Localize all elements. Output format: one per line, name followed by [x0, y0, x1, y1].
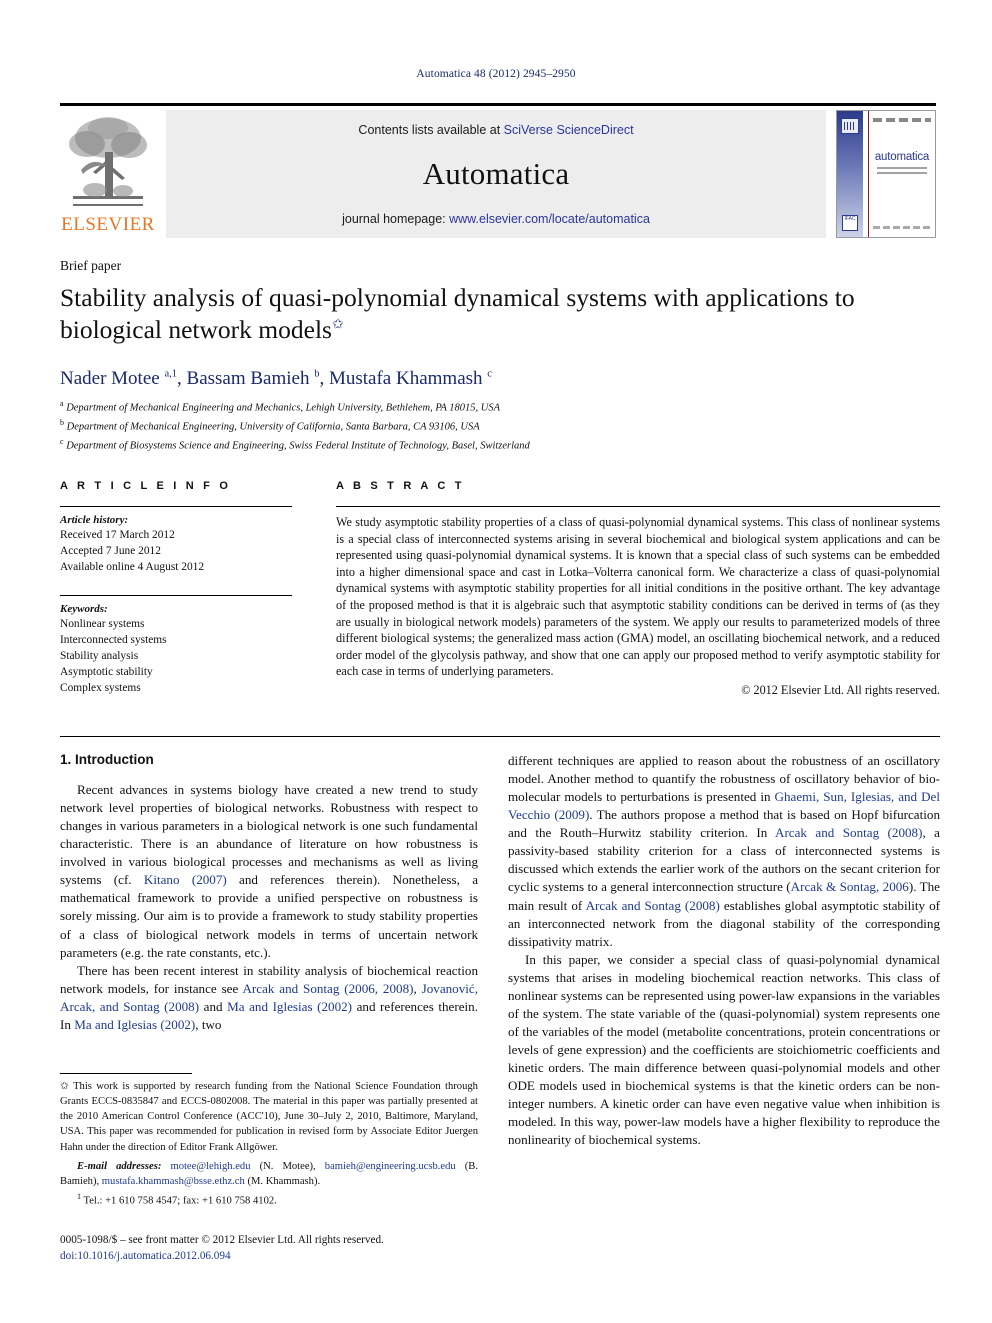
- journal-title: Automatica: [422, 156, 570, 191]
- article-type-label: Brief paper: [60, 258, 122, 273]
- affiliation-item: a Department of Mechanical Engineering a…: [60, 398, 940, 417]
- affiliation-mark: c: [60, 436, 64, 446]
- affiliation-item: c Department of Biosystems Science and E…: [60, 436, 940, 455]
- footnote-separator: [60, 1073, 192, 1074]
- page-title: Stability analysis of quasi-polynomial d…: [60, 282, 940, 345]
- email-footnote: E-mail addresses: motee@lehigh.edu (N. M…: [60, 1159, 478, 1189]
- page-title-text: Stability analysis of quasi-polynomial d…: [60, 283, 855, 344]
- funding-footnote: ✩ This work is supported by research fun…: [60, 1079, 478, 1155]
- history-accepted: Accepted 7 June 2012: [60, 545, 161, 558]
- cover-emblem-icon: [841, 118, 859, 134]
- cover-journal-name: automatica: [874, 151, 930, 163]
- abstract-column: A B S T R A C T We study asymptotic stab…: [336, 480, 940, 698]
- affiliation-mark: a: [60, 399, 64, 408]
- abstract-bottom-rule: [60, 736, 940, 737]
- cover-red-rule: [868, 111, 869, 237]
- abstract-copyright: © 2012 Elsevier Ltd. All rights reserved…: [741, 682, 940, 697]
- elsevier-wordmark: ELSEVIER: [61, 214, 155, 235]
- keyword-item: Nonlinear systems: [60, 617, 145, 630]
- contents-available-line: Contents lists available at SciVerse Sci…: [166, 123, 826, 137]
- journal-homepage-link[interactable]: www.elsevier.com/locate/automatica: [449, 212, 650, 226]
- doi-line: doi:10.1016/j.automatica.2012.06.094: [60, 1248, 490, 1264]
- cover-subtitle-lines: [877, 167, 927, 177]
- imprint-line: 0005-1098/$ – see front matter © 2012 El…: [60, 1234, 384, 1246]
- elsevier-tree-icon: [69, 117, 147, 206]
- paragraph: different techniques are applied to reas…: [508, 753, 941, 949]
- journal-homepage-line: journal homepage: www.elsevier.com/locat…: [166, 212, 826, 226]
- affiliation-text: Department of Biosystems Science and Eng…: [66, 440, 530, 452]
- keywords-label: Keywords:: [60, 602, 108, 615]
- doi-value[interactable]: 10.1016/j.automatica.2012.06.094: [77, 1250, 230, 1262]
- cover-left-band: IFAC: [837, 111, 863, 237]
- paper-page: Automatica 48 (2012) 2945–2950 ELSEVIER …: [0, 0, 992, 1323]
- journal-masthead: ELSEVIER Contents lists available at Sci…: [60, 103, 936, 238]
- sciencedirect-link[interactable]: SciVerse ScienceDirect: [504, 123, 634, 137]
- affiliation-list: a Department of Mechanical Engineering a…: [60, 398, 940, 454]
- info-abstract-region: A R T I C L E I N F O Article history: R…: [60, 480, 940, 730]
- abstract-text: We study asymptotic stability properties…: [336, 515, 940, 679]
- telephone-text: Tel.: +1 610 758 4547; fax: +1 610 758 4…: [83, 1195, 277, 1207]
- author-list: Nader Motee a,1, Bassam Bamieh b, Mustaf…: [60, 368, 492, 389]
- keyword-item: Interconnected systems: [60, 633, 167, 646]
- abstract-body: We study asymptotic stability properties…: [336, 506, 940, 698]
- homepage-prefix: journal homepage:: [342, 212, 450, 226]
- tel-footnote-marker: 1: [77, 1191, 81, 1201]
- cover-badge: IFAC: [842, 215, 858, 231]
- journal-cover-thumbnail: IFAC automatica: [836, 110, 936, 238]
- body-column-left: 1. Introduction Recent advances in syste…: [60, 752, 478, 1034]
- section-heading-introduction: 1. Introduction: [60, 752, 154, 767]
- paragraph: In this paper, we consider a special cla…: [508, 951, 940, 1148]
- article-history-group: Article history: Received 17 March 2012 …: [60, 506, 292, 576]
- keyword-item: Stability analysis: [60, 649, 139, 662]
- history-received: Received 17 March 2012: [60, 529, 175, 541]
- affiliation-text: Department of Mechanical Engineering, Un…: [66, 421, 480, 433]
- body-column-right: different techniques are applied to reas…: [508, 752, 940, 1149]
- history-available-online: Available online 4 August 2012: [60, 561, 205, 574]
- elsevier-logo: ELSEVIER: [60, 110, 156, 238]
- keywords-group: Keywords: Nonlinear systems Interconnect…: [60, 594, 292, 697]
- masthead-center-panel: Contents lists available at SciVerse Sci…: [166, 110, 826, 238]
- affiliation-item: b Department of Mechanical Engineering, …: [60, 417, 940, 436]
- article-info-column: A R T I C L E I N F O Article history: R…: [60, 480, 292, 697]
- telephone-footnote: 1 Tel.: +1 610 758 4547; fax: +1 610 758…: [60, 1192, 478, 1207]
- title-footnote-marker: ✩: [331, 317, 344, 333]
- cover-top-text-lines: [873, 118, 931, 122]
- running-head: Automatica 48 (2012) 2945–2950: [416, 68, 576, 80]
- paragraph: Recent advances in systems biology have …: [60, 782, 479, 960]
- keyword-item: Asymptotic stability: [60, 666, 153, 679]
- keyword-item: Complex systems: [60, 682, 141, 695]
- paragraph: There has been recent interest in stabil…: [60, 962, 478, 1032]
- abstract-heading: A B S T R A C T: [336, 480, 465, 492]
- footnote-block: ✩ This work is supported by research fun…: [60, 1073, 478, 1207]
- doi-prefix: doi:: [60, 1250, 78, 1263]
- cover-bottom-lines: [873, 226, 931, 229]
- funding-footnote-marker: ✩: [60, 1081, 69, 1092]
- cover-body: automatica: [873, 111, 931, 237]
- contents-prefix: Contents lists available at: [358, 123, 504, 137]
- funding-footnote-text: This work is supported by research fundi…: [60, 1081, 478, 1153]
- imprint-block: 0005-1098/$ – see front matter © 2012 El…: [60, 1232, 490, 1264]
- article-history-label: Article history:: [60, 514, 129, 526]
- affiliation-text: Department of Mechanical Engineering and…: [66, 402, 501, 414]
- article-info-heading: A R T I C L E I N F O: [60, 480, 232, 492]
- title-block: Stability analysis of quasi-polynomial d…: [60, 282, 940, 345]
- affiliation-mark: b: [60, 417, 64, 427]
- email-label: E-mail addresses:: [77, 1160, 162, 1172]
